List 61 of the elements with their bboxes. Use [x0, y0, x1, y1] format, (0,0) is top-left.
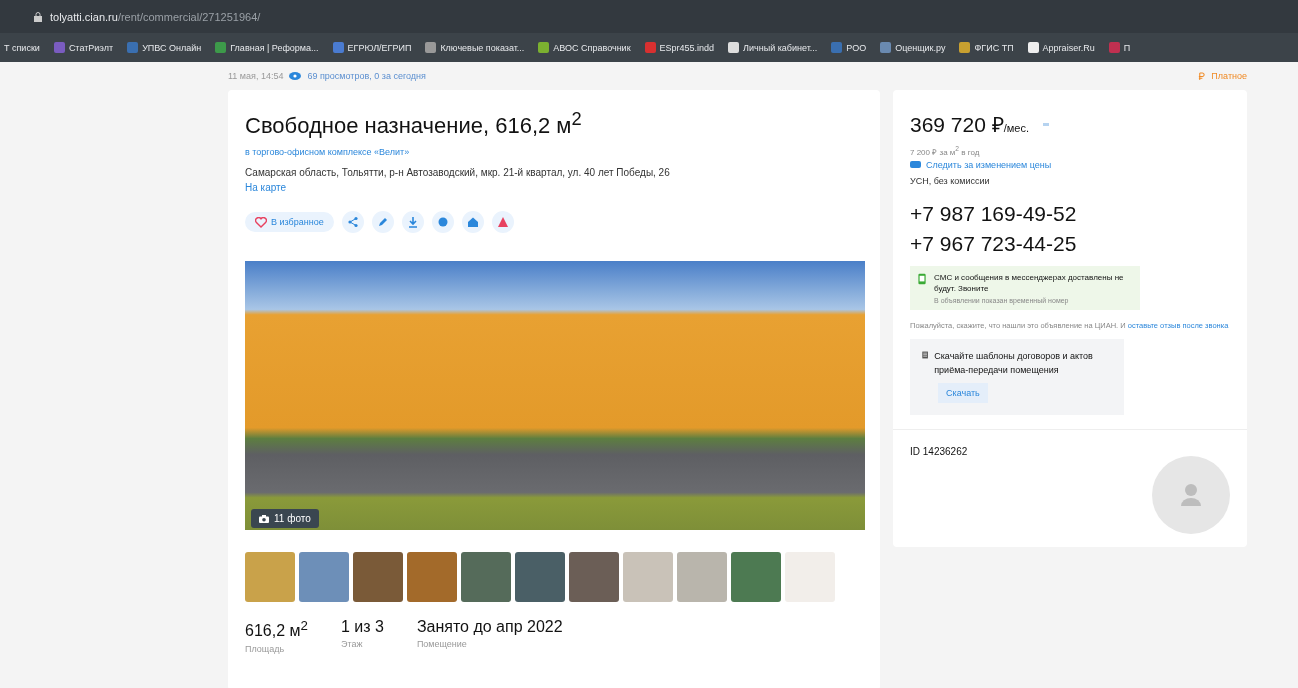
- fact-value: Занято до апр 2022: [416, 618, 563, 637]
- heart-icon: [255, 216, 267, 228]
- photo-thumbnail[interactable]: [569, 552, 619, 603]
- bookmark-link[interactable]: Главная | Реформа...: [215, 42, 319, 53]
- bookmark-link[interactable]: УПВС Онлайн: [127, 42, 202, 53]
- fact-value: 616,2 м$^{2}$: [245, 618, 308, 641]
- bookmark-link[interactable]: СтатРиэлт: [53, 42, 114, 53]
- photo-thumbnail[interactable]: [407, 552, 457, 603]
- pencil-icon[interactable]: [371, 211, 394, 234]
- complex-link[interactable]: в торгово-офисном комплексе «Велит»: [245, 147, 863, 158]
- fact-label: Площадь: [245, 643, 286, 654]
- photo-thumbnail[interactable]: [623, 552, 673, 603]
- download-icon[interactable]: [401, 211, 424, 234]
- ruble-icon: [1198, 71, 1206, 81]
- photo-thumbnail[interactable]: [353, 552, 403, 603]
- bookmark-link[interactable]: РОО: [831, 42, 867, 53]
- phone-icon: [918, 271, 927, 286]
- phone-number[interactable]: +7 967 723-44-25: [910, 231, 1077, 256]
- bookmark-link[interactable]: ESpr455.indd: [644, 42, 715, 53]
- fact-value: 1 из 3: [340, 618, 384, 637]
- eye-icon: [289, 72, 302, 80]
- bookmark-link[interactable]: Appraiser.Ru: [1027, 42, 1095, 53]
- warning-icon[interactable]: [491, 211, 514, 234]
- share-icon[interactable]: [341, 211, 364, 234]
- watch-price-link[interactable]: Следить за изменением цены: [910, 159, 1052, 170]
- photo-thumbnail[interactable]: [245, 552, 295, 603]
- bookmark-link[interactable]: АВОС Справочник: [538, 42, 631, 53]
- bookmark-link[interactable]: Ключевые показат...: [425, 42, 525, 53]
- photo-placeholder[interactable]: 11 фото: [245, 261, 865, 531]
- address-text: Самарская область, Тольятти, р-н Автозаводский, мкр. 21-й квартал, ул. 40 лет Победы, 26 На карте: [245, 166, 671, 196]
- photo-thumbnail[interactable]: [461, 552, 511, 603]
- circle-icon[interactable]: [431, 211, 454, 234]
- photo-count-badge[interactable]: 11 фото: [251, 509, 319, 529]
- photo-thumbnail[interactable]: [299, 552, 349, 603]
- photo-thumbnail[interactable]: [731, 552, 781, 603]
- price-text: 369 720 ₽/мес.: [910, 112, 1030, 138]
- bookmark-link[interactable]: Оценщик.ру: [880, 42, 946, 53]
- bookmark-link[interactable]: ЕГРЮЛ/ЕГРИП: [332, 42, 412, 53]
- templates-text: Скачайте шаблоны договоров и актов приёма-передачи помещения: [934, 349, 1094, 377]
- avatar-icon: [1152, 455, 1230, 534]
- camera-icon: [259, 514, 269, 523]
- favorite-button[interactable]: В избранное: [245, 212, 334, 233]
- price-per-meter: 7 200 ₽ за м$^{2}$ в год: [910, 145, 980, 157]
- listing-id: ID 14236262: [910, 445, 968, 457]
- map-link[interactable]: На карте: [245, 182, 287, 194]
- publish-date: 11 мая, 14:54: [228, 71, 284, 81]
- url-text[interactable]: tolyatti.cian.ru/rent/commercial/271251964/: [50, 10, 261, 23]
- listing-title: Свободное назначение, 616,2 м$^{2}$: [245, 108, 583, 140]
- phone-number[interactable]: +7 987 169-49-52: [910, 201, 1077, 226]
- bookmark-link[interactable]: Т списки: [4, 42, 40, 53]
- notice-text: СМС и сообщения в мессенджерах доставлены не будут. Звоните: [934, 271, 1125, 294]
- terms-text: УСН, без комиссии: [910, 175, 990, 186]
- fact-label: Этаж: [340, 639, 364, 650]
- bookmark-link[interactable]: ФГИС ТП: [959, 42, 1014, 53]
- house-icon[interactable]: [461, 211, 484, 234]
- photo-thumbnail[interactable]: [515, 552, 565, 603]
- bookmark-link[interactable]: Личный кабинет...: [728, 42, 818, 53]
- paid-label: Платное: [1211, 71, 1247, 81]
- lock-icon: [34, 11, 42, 22]
- fact-label: Помещение: [416, 639, 468, 650]
- photo-thumbnail[interactable]: [677, 552, 727, 603]
